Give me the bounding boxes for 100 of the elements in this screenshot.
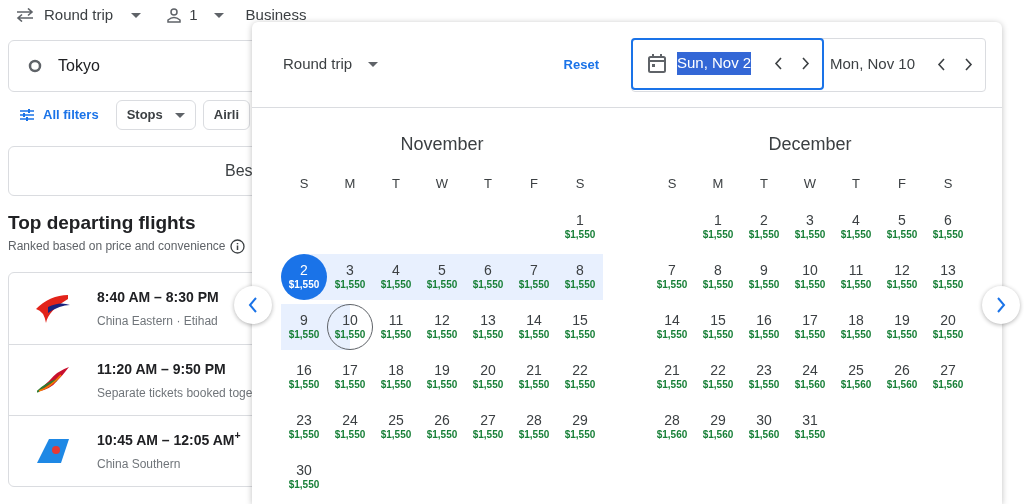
swap-arrows-icon [16,8,34,22]
flight-times: 10:45 AM – 12:05 AM$^{+}$ [97,429,241,450]
calendar-day[interactable]: 8 $1,550 [557,253,603,300]
chevron-left-icon [246,296,260,314]
weekday-label: S [667,175,677,193]
month-title: December [768,133,852,156]
filter-chip[interactable]: Airli [202,100,251,130]
calendar-day[interactable]: 1 $1,550 [557,203,603,250]
calendar-day[interactable]: 6 $1,550 [925,203,971,250]
calendar-day[interactable]: 10 $1,550 [787,253,833,300]
calendar-day[interactable]: 21 $1,550 [649,353,695,400]
calendar-day[interactable]: 14 $1,550 [649,303,695,350]
flight-times: 11:20 AM – 9:50 PM [97,359,227,379]
filter-chip[interactable]: Stops [115,100,196,130]
tail-fin-logo-icon [37,439,69,463]
section-subtitle: Ranked based on price and convenience [8,238,226,255]
calendar-day[interactable]: 6 $1,550 [465,253,511,300]
calendar-day[interactable]: 4 $1,550 [833,203,879,250]
calendar-day[interactable]: 22 $1,550 [695,353,741,400]
calendar-day[interactable]: 17 $1,550 [787,303,833,350]
calendar-day[interactable]: 28 $1,550 [511,403,557,450]
section-title: Top departing flights [8,211,197,235]
calendar-day[interactable]: 31 $1,550 [787,403,833,450]
weekday-label: T [484,175,492,193]
calendar-day[interactable]: 24 $1,560 [787,353,833,400]
previous-month-button[interactable] [234,286,272,324]
chevron-right-icon [994,296,1008,314]
calendar-day[interactable]: 18 $1,550 [373,353,419,400]
calendar-day[interactable]: 13 $1,550 [925,253,971,300]
swoosh-logo-icon [36,294,70,323]
feather-logo-icon [37,367,69,393]
month-title: November [400,133,484,156]
calendar-day[interactable]: 3 $1,550 [787,203,833,250]
calendar-day[interactable]: 7 $1,550 [511,253,557,300]
weekday-label: T [852,175,860,193]
calendar-day[interactable]: 9 $1,550 [281,303,327,350]
calendar-day[interactable]: 21 $1,550 [511,353,557,400]
weekday-label: F [530,175,538,193]
weekday-label: S [575,175,585,193]
calendar-day[interactable]: 20 $1,550 [925,303,971,350]
calendar-day[interactable]: 17 $1,550 [327,353,373,400]
calendar-day[interactable]: 16 $1,550 [741,303,787,350]
calendar-day[interactable]: 22 $1,550 [557,353,603,400]
calendar-day[interactable]: 27 $1,550 [465,403,511,450]
calendar-day[interactable]: 19 $1,550 [879,303,925,350]
trip-type-dropdown[interactable]: Round trip [16,3,142,27]
weekday-label: T [760,175,768,193]
calendar-day[interactable]: 5 $1,550 [879,203,925,250]
caret-icon [213,12,224,18]
calendar-day[interactable]: 26 $1,550 [419,403,465,450]
sliders-icon [20,109,34,121]
caret-icon [368,62,379,67]
flight-airlines: Separate tickets booked toge [97,384,253,402]
calendar-day[interactable]: 15 $1,550 [557,303,603,350]
calendar-day[interactable]: 23 $1,550 [281,403,327,450]
calendar-day[interactable]: 15 $1,550 [695,303,741,350]
calendar-day[interactable]: 25 $1,550 [373,403,419,450]
info-icon [229,238,245,254]
calendar-day[interactable]: 5 $1,550 [419,253,465,300]
calendar-day[interactable]: 7 $1,550 [649,253,695,300]
calendar-day[interactable]: 14 $1,550 [511,303,557,350]
calendar-day[interactable]: 8 $1,550 [695,253,741,300]
calendar-day[interactable]: 11 $1,550 [833,253,879,300]
calendar-day[interactable]: 30 $1,550 [281,453,327,500]
weekday-label: W [435,175,449,193]
calendar-day[interactable]: 24 $1,550 [327,403,373,450]
calendar-day[interactable]: 12 $1,550 [879,253,925,300]
calendar-day[interactable]: 29 $1,560 [695,403,741,450]
calendar-day[interactable]: 2 $1,550 [741,203,787,250]
weekday-label: S [943,175,953,193]
passengers-dropdown[interactable]: 1 [167,3,224,27]
reset-button[interactable]: Reset [563,54,599,75]
calendar-day[interactable]: 11 $1,550 [373,303,419,350]
calendar-day[interactable]: 13 $1,550 [465,303,511,350]
weekday-label: F [898,175,906,193]
all-filters-button[interactable]: All filters [8,105,109,125]
flight-times: 8:40 AM – 8:30 PM [97,288,219,307]
calendar-day[interactable]: 2 $1,550 [281,253,327,300]
calendar-day[interactable]: 29 $1,550 [557,403,603,450]
calendar-day[interactable]: 28 $1,560 [649,403,695,450]
calendar-day[interactable]: 23 $1,550 [741,353,787,400]
calendar-day[interactable]: 9 $1,550 [741,253,787,300]
calendar-day[interactable]: 27 $1,560 [925,353,971,400]
caret-icon [131,12,142,18]
calendar-day[interactable]: 12 $1,550 [419,303,465,350]
calendar-day[interactable]: 16 $1,550 [281,353,327,400]
weekday-label: W [803,175,817,193]
calendar-day[interactable]: 25 $1,560 [833,353,879,400]
calendar-day[interactable]: 4 $1,550 [373,253,419,300]
calendar-day[interactable]: 30 $1,560 [741,403,787,450]
calendar-day[interactable]: 3 $1,550 [327,253,373,300]
calendar-day[interactable]: 18 $1,550 [833,303,879,350]
calendar-day[interactable]: 1 $1,550 [695,203,741,250]
person-icon [167,7,182,23]
calendar-day[interactable]: 20 $1,550 [465,353,511,400]
circle-icon [28,59,42,73]
cabin-class-dropdown[interactable]: Business [245,3,307,27]
calendar-day[interactable]: 19 $1,550 [419,353,465,400]
calendar-day[interactable]: 26 $1,560 [879,353,925,400]
next-month-button[interactable] [982,286,1020,324]
